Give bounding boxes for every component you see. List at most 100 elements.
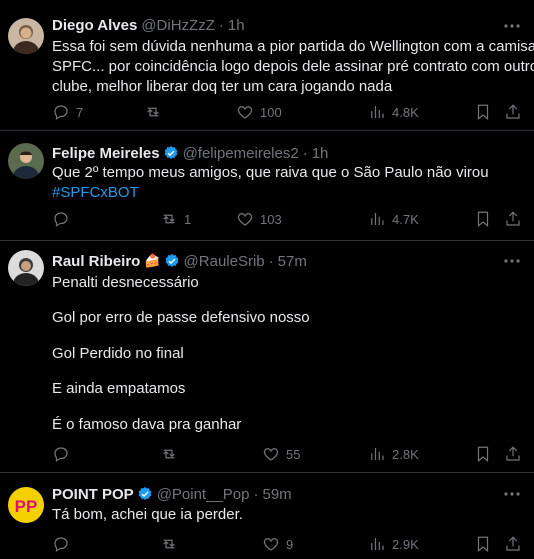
bookmark-icon bbox=[477, 446, 489, 463]
author-name[interactable]: Felipe Meireles bbox=[52, 145, 160, 162]
verified-badge-icon bbox=[164, 146, 177, 159]
more-icon[interactable] bbox=[502, 16, 522, 36]
bookmark-button[interactable] bbox=[474, 444, 492, 464]
tweet-actions: 1 103 4.7K bbox=[52, 209, 522, 229]
svg-text:PP: PP bbox=[15, 497, 38, 516]
reply-icon bbox=[54, 105, 68, 120]
views-count: 2.9K bbox=[392, 536, 419, 552]
share-button[interactable] bbox=[504, 534, 522, 554]
bookmark-icon bbox=[477, 104, 489, 121]
tweet-raul-ribeiro[interactable]: Raul Ribeiro 🍰 @RauleSrib · 57m Penalti … bbox=[0, 241, 534, 473]
views-count: 4.8K bbox=[392, 104, 419, 120]
author-handle[interactable]: @RauleSrib bbox=[184, 253, 265, 270]
share-icon bbox=[506, 536, 520, 551]
avatar[interactable] bbox=[8, 18, 44, 54]
separator-dot: · bbox=[218, 16, 224, 34]
retweet-icon bbox=[163, 539, 175, 549]
separator-dot: · bbox=[302, 144, 308, 162]
author-handle[interactable]: @felipemeireles2 bbox=[183, 145, 299, 162]
tweet-felipe-meireles[interactable]: Felipe Meireles @felipemeireles2 · 1h Qu… bbox=[0, 131, 534, 241]
tweet-text-line: Que 2º tempo meus amigos, que raiva que … bbox=[52, 164, 489, 181]
share-button[interactable] bbox=[504, 209, 522, 229]
tweet-time[interactable]: 59m bbox=[262, 486, 291, 503]
like-count: 100 bbox=[260, 104, 282, 120]
bookmark-button[interactable] bbox=[474, 102, 492, 122]
retweet-button[interactable] bbox=[160, 444, 184, 464]
retweet-button[interactable]: 1 bbox=[160, 209, 191, 229]
tweet-text: Essa foi sem dúvida nenhuma a pior parti… bbox=[52, 37, 534, 97]
tweet-actions: 55 2.8K bbox=[52, 444, 522, 464]
heart-icon bbox=[237, 213, 253, 226]
tweet-paragraph: Penalti desnecessário bbox=[52, 274, 199, 291]
avatar[interactable] bbox=[8, 143, 44, 179]
reply-button[interactable] bbox=[52, 444, 76, 464]
author-name[interactable]: POINT POP bbox=[52, 486, 134, 503]
bookmark-icon bbox=[477, 211, 489, 228]
tweet-actions: 7 100 4.8K bbox=[52, 102, 522, 122]
verified-badge-icon bbox=[165, 254, 178, 267]
share-icon bbox=[506, 104, 520, 119]
bookmark-icon bbox=[477, 536, 489, 553]
tweet-text-line: clube, melhor liberar doq ter um cara jo… bbox=[52, 78, 393, 95]
more-icon[interactable] bbox=[502, 251, 522, 271]
share-icon bbox=[506, 446, 520, 461]
share-button[interactable] bbox=[504, 102, 522, 122]
tweet-text-line: Tá bom, achei que ia perder. bbox=[52, 506, 243, 523]
more-icon[interactable] bbox=[502, 484, 522, 504]
retweet-count: 1 bbox=[184, 211, 192, 227]
views-button[interactable]: 4.8K bbox=[368, 102, 419, 122]
views-icon bbox=[371, 538, 384, 550]
views-icon bbox=[371, 106, 384, 118]
reply-button[interactable]: 7 bbox=[52, 102, 83, 122]
name-emoji: 🍰 bbox=[144, 253, 161, 268]
views-icon bbox=[371, 213, 384, 225]
tweet-text: Que 2º tempo meus amigos, que raiva que … bbox=[52, 163, 518, 203]
tweet-text: Tá bom, achei que ia perder. bbox=[52, 505, 518, 525]
tweet-actions: 9 2.9K bbox=[52, 534, 522, 554]
reply-button[interactable] bbox=[52, 209, 76, 229]
views-button[interactable]: 4.7K bbox=[368, 209, 419, 229]
retweet-button[interactable] bbox=[160, 534, 184, 554]
tweet-point-pop[interactable]: PP POINT POP @Point__Pop · 59m Tá bom, a… bbox=[0, 473, 534, 559]
tweet-time[interactable]: 1h bbox=[228, 17, 245, 34]
tweet-time[interactable]: 1h bbox=[312, 145, 329, 162]
like-button[interactable]: 100 bbox=[236, 102, 282, 122]
bookmark-button[interactable] bbox=[474, 209, 492, 229]
like-button[interactable]: 9 bbox=[262, 534, 293, 554]
author-handle[interactable]: @Point__Pop bbox=[157, 486, 250, 503]
avatar[interactable] bbox=[8, 250, 44, 286]
views-button[interactable]: 2.8K bbox=[368, 444, 419, 464]
author-name[interactable]: Raul Ribeiro bbox=[52, 253, 140, 270]
tweet-text-line: Essa foi sem dúvida nenhuma a pior parti… bbox=[52, 38, 534, 55]
heart-icon bbox=[237, 106, 253, 119]
author-name[interactable]: Diego Alves bbox=[52, 17, 137, 34]
tweet-header: Felipe Meireles @felipemeireles2 · 1h bbox=[52, 143, 328, 163]
share-button[interactable] bbox=[504, 444, 522, 464]
tweet-paragraph: Gol Perdido no final bbox=[52, 345, 184, 362]
retweet-button[interactable] bbox=[144, 102, 168, 122]
like-count: 9 bbox=[286, 536, 294, 552]
tweet-diego-alves[interactable]: Diego Alves @DiHzZzZ · 1h Essa foi sem d… bbox=[0, 0, 534, 131]
share-icon bbox=[506, 211, 520, 226]
author-handle[interactable]: @DiHzZzZ bbox=[141, 17, 215, 34]
like-button[interactable]: 103 bbox=[236, 209, 282, 229]
reply-icon bbox=[54, 537, 68, 552]
heart-icon bbox=[263, 448, 279, 461]
like-button[interactable]: 55 bbox=[262, 444, 300, 464]
reply-icon bbox=[54, 212, 68, 227]
tweet-paragraph: E ainda empatamos bbox=[52, 380, 186, 397]
reply-icon bbox=[54, 447, 68, 462]
reply-button[interactable] bbox=[52, 534, 76, 554]
retweet-icon bbox=[163, 214, 175, 224]
separator-dot: · bbox=[268, 252, 274, 270]
tweet-header: Raul Ribeiro 🍰 @RauleSrib · 57m bbox=[52, 251, 307, 271]
views-button[interactable]: 2.9K bbox=[368, 534, 419, 554]
tweet-time[interactable]: 57m bbox=[278, 253, 307, 270]
separator-dot: · bbox=[253, 485, 259, 503]
heart-icon bbox=[263, 538, 279, 551]
avatar[interactable]: PP bbox=[8, 487, 44, 523]
hashtag-link[interactable]: #SPFCxBOT bbox=[52, 183, 518, 203]
bookmark-button[interactable] bbox=[474, 534, 492, 554]
tweet-paragraph: É o famoso dava pra ganhar bbox=[52, 416, 242, 433]
reply-count: 7 bbox=[76, 104, 84, 120]
